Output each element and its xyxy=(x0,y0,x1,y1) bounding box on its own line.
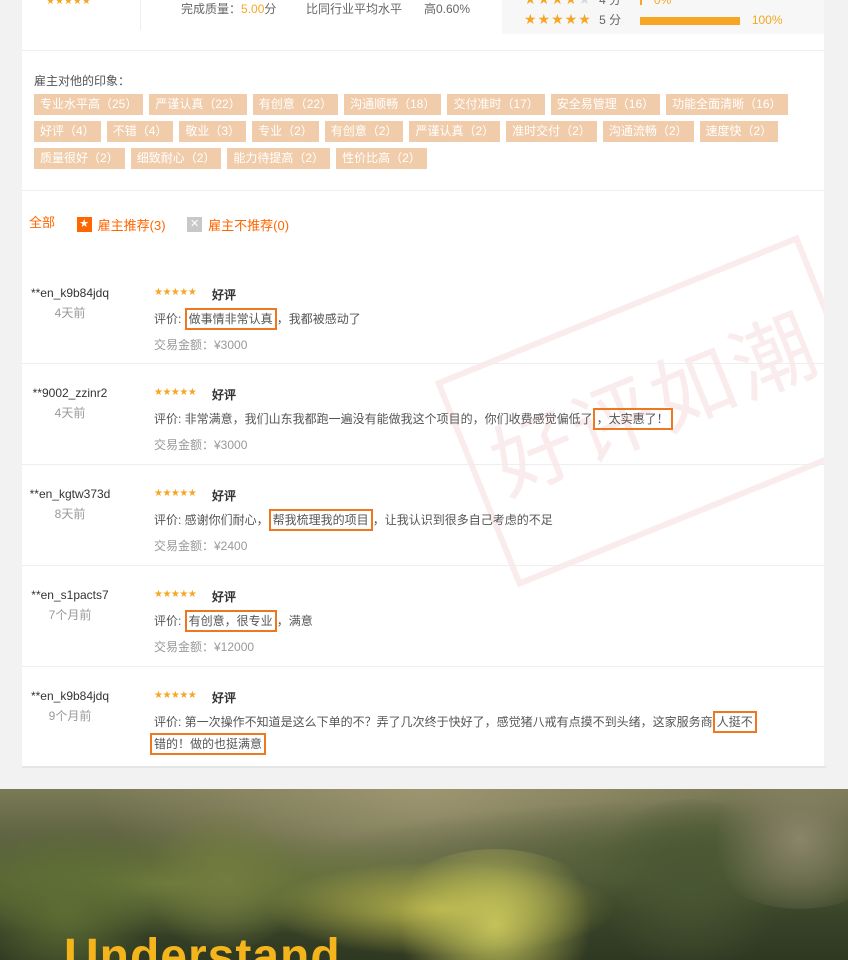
banner-heading: Understand xyxy=(64,930,341,960)
distribution-bar xyxy=(640,16,741,25)
stars-5: ★★★★★ xyxy=(524,11,592,27)
review-text: 评价: 感谢你们耐心， 帮我梳理我的项目 ，让我认识到很多自己考虑的不足 xyxy=(154,509,553,531)
divider xyxy=(22,50,824,51)
distribution-row-4: ★★★★★ 4 分 0% xyxy=(524,0,671,7)
impression-tag[interactable]: 专业（2） xyxy=(252,121,319,142)
impression-tag[interactable]: 好评（4） xyxy=(34,121,101,142)
forest-banner: Understand xyxy=(0,789,848,960)
review-time: 4天前 xyxy=(54,306,86,320)
review-rating: 好评 xyxy=(212,388,237,402)
review-time: 7个月前 xyxy=(48,608,92,622)
review-stars: ★★★★★ xyxy=(154,488,197,499)
tab-not-recommend[interactable]: ✕ 雇主不推荐(0) xyxy=(187,215,289,234)
card-shadow xyxy=(22,766,826,768)
impression-tag[interactable]: 能力待提高（2） xyxy=(227,148,331,169)
close-icon: ✕ xyxy=(187,217,203,232)
review-text-line2: 错的！做的也挺满意 xyxy=(150,733,267,755)
reviewer-name: **en_k9b84jdq xyxy=(30,286,110,300)
divider xyxy=(22,190,824,191)
impression-tag[interactable]: 交付准时（17） xyxy=(447,94,545,115)
review-stars: ★★★★★ xyxy=(154,387,197,398)
highlight-box: 做事情非常认真 xyxy=(184,308,277,330)
impression-tag[interactable]: 沟通流畅（2） xyxy=(602,121,694,142)
review-rating: 好评 xyxy=(212,590,237,604)
compare-label: 比同行业平均水平 xyxy=(306,2,403,16)
distribution-bar xyxy=(640,0,643,5)
trade-amount: 交易金额：¥2400 xyxy=(154,539,248,553)
review-text: 评价: 做事情非常认真 ，我都被感动了 xyxy=(154,308,361,330)
impression-tag[interactable]: 安全易管理（16） xyxy=(550,94,661,115)
review-item: **en_kgtw373d 8天前 ★★★★★ 好评 评价: 感谢你们耐心， 帮我… xyxy=(22,465,824,566)
tree-shape xyxy=(380,849,610,960)
impression-tag[interactable]: 性价比高（2） xyxy=(336,148,427,169)
impressions-title: 雇主对他的印象： xyxy=(34,74,131,88)
impression-tag[interactable]: 严谨认真（2） xyxy=(409,121,501,142)
impression-tags: 专业水平高（25） 严谨认真（22） 有创意（22） 沟通顺畅（18） 交付准时（17）… xyxy=(34,94,814,175)
reviewer-name: **9002_zzinr2 xyxy=(32,386,108,400)
review-rating: 好评 xyxy=(212,489,237,503)
review-text: 评价: 第一次操作不知道是这么下单的不？弄了几次终于快好了，感觉猪八戒有点摸不到… xyxy=(154,711,757,733)
impression-tag[interactable]: 细致耐心（2） xyxy=(130,148,222,169)
quality-score: 完成质量：5.00分 xyxy=(181,2,277,16)
impression-tag[interactable]: 准时交付（2） xyxy=(506,121,597,142)
trade-amount: 交易金额：¥3000 xyxy=(154,438,248,452)
star-icon: ★ xyxy=(76,217,92,232)
review-time: 9个月前 xyxy=(48,709,92,723)
review-item: **en_k9b84jdq 9个月前 ★★★★★ 好评 评价: 第一次操作不知道… xyxy=(22,667,824,766)
overall-stars: ★★★★★ xyxy=(46,0,91,7)
impression-tag[interactable]: 沟通顺畅（18） xyxy=(344,94,442,115)
impression-tag[interactable]: 严谨认真（22） xyxy=(149,94,247,115)
divider xyxy=(140,0,141,30)
review-stars: ★★★★★ xyxy=(154,690,197,701)
highlight-box: 帮我梳理我的项目 xyxy=(268,509,373,531)
rating-distribution: ★★★★★ 4 分 0% ★★★★★ 5 分 100% xyxy=(502,0,824,34)
impression-tag[interactable]: 速度快（2） xyxy=(699,121,779,142)
impression-tag[interactable]: 功能全面清晰（16） xyxy=(666,94,788,115)
review-stars: ★★★★★ xyxy=(154,287,197,298)
compare-value: 高0.60% xyxy=(424,2,471,16)
stars-4: ★★★★★ xyxy=(524,0,592,7)
review-time: 4天前 xyxy=(54,406,86,420)
review-time: 8天前 xyxy=(54,507,86,521)
review-filter-tabs: 全部 ★ 雇主推荐(3) ✕ 雇主不推荐(0) xyxy=(29,212,307,234)
review-card: ★★★★★ 完成质量：5.00分 比同行业平均水平 高0.60% ★★★★★ 4… xyxy=(22,0,824,766)
review-item: **en_s1pacts7 7个月前 ★★★★★ 好评 评价: 有创意，很专业，… xyxy=(22,566,824,667)
tab-all[interactable]: 全部 xyxy=(29,212,55,231)
review-text: 评价: 非常满意，我们山东我都跑一遍没有能做我这个项目的，你们收费感觉偏低了 ，太… xyxy=(154,408,673,430)
tree-shape xyxy=(140,809,310,949)
reviewer-name: **en_kgtw373d xyxy=(29,487,111,501)
impression-tag[interactable]: 不错（4） xyxy=(106,121,174,142)
review-rating: 好评 xyxy=(212,288,237,302)
highlight-box: 人挺不 xyxy=(712,711,757,733)
review-text: 评价: 有创意，很专业 ，满意 xyxy=(154,610,313,632)
reviewer-name: **en_s1pacts7 xyxy=(31,588,109,602)
impression-tag[interactable]: 质量很好（2） xyxy=(34,148,125,169)
impression-tag[interactable]: 有创意（22） xyxy=(252,94,339,115)
review-item: **en_k9b84jdq 4天前 ★★★★★ 好评 评价: 做事情非常认真 ，我… xyxy=(22,272,824,364)
impression-tag[interactable]: 敬业（3） xyxy=(179,121,247,142)
review-stars: ★★★★★ xyxy=(154,589,197,600)
highlight-box: ，太实惠了！ xyxy=(592,408,673,430)
highlight-box: 错的！做的也挺满意 xyxy=(150,733,267,755)
review-rating: 好评 xyxy=(212,691,237,705)
review-item: **9002_zzinr2 4天前 ★★★★★ 好评 评价: 非常满意，我们山东… xyxy=(22,364,824,465)
reviewer-name: **en_k9b84jdq xyxy=(30,689,110,703)
trade-amount: 交易金额：¥3000 xyxy=(154,338,248,352)
impression-tag[interactable]: 有创意（2） xyxy=(324,121,404,142)
trade-amount: 交易金额：¥12000 xyxy=(154,640,255,654)
distribution-row-5: ★★★★★ 5 分 100% xyxy=(524,11,783,27)
highlight-box: 有创意，很专业 xyxy=(184,610,277,632)
impression-tag[interactable]: 专业水平高（25） xyxy=(34,94,144,115)
tab-recommend[interactable]: ★ 雇主推荐(3) xyxy=(76,215,166,234)
